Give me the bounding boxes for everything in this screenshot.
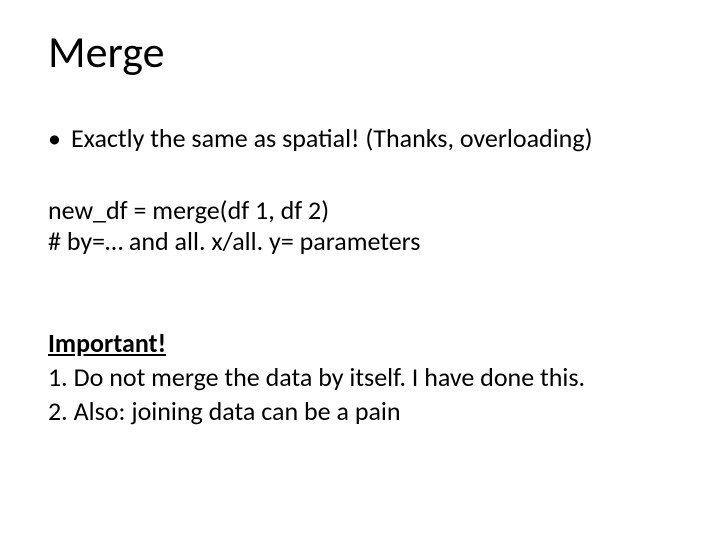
code-line-2: # by=… and all. x/all. y= parameters — [48, 226, 672, 257]
important-label: Important! — [48, 327, 166, 359]
important-line-2: 2. Also: joining data can be a pain — [48, 395, 672, 429]
slide: Merge • Exactly the same as spatial! (Th… — [0, 0, 720, 540]
bullet-dot-icon: • — [48, 122, 61, 155]
important-block: Important! 1. Do not merge the data by i… — [48, 327, 672, 428]
slide-title: Merge — [48, 28, 672, 76]
bullet-item: • Exactly the same as spatial! (Thanks, … — [48, 122, 672, 155]
code-line-1: new_df = merge(df 1, df 2) — [48, 195, 672, 226]
bullet-text: Exactly the same as spatial! (Thanks, ov… — [71, 122, 593, 155]
important-line-1: 1. Do not merge the data by itself. I ha… — [48, 361, 672, 395]
code-block: new_df = merge(df 1, df 2) # by=… and al… — [48, 195, 672, 257]
